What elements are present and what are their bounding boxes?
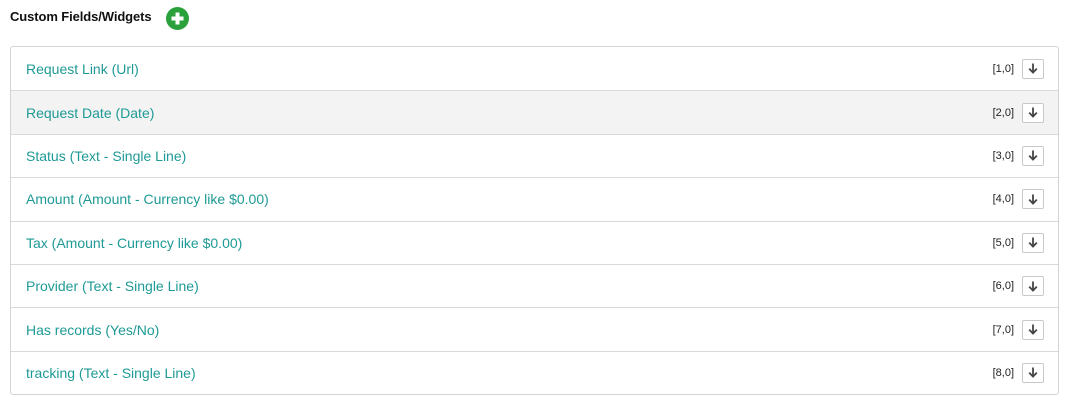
add-field-button[interactable] [165,6,189,30]
field-link[interactable]: Has records (Yes/No) [26,322,159,338]
field-link[interactable]: Request Link (Url) [26,61,139,77]
field-link[interactable]: Tax (Amount - Currency like $0.00) [26,235,242,251]
move-down-button[interactable] [1022,102,1044,123]
field-position: [5,0] [992,236,1014,249]
field-row: Request Link (Url) [1,0] [11,47,1058,90]
field-position: [2,0] [992,106,1014,119]
field-row: Tax (Amount - Currency like $0.00) [5,0] [11,220,1058,264]
arrow-down-icon [1028,237,1038,249]
move-down-button[interactable] [1022,189,1044,210]
field-position: [7,0] [992,323,1014,336]
field-link[interactable]: Request Date (Date) [26,105,154,121]
field-row: Amount (Amount - Currency like $0.00) [4,… [11,177,1058,220]
arrow-down-icon [1028,150,1038,162]
field-position: [6,0] [992,280,1014,293]
move-down-button[interactable] [1022,276,1044,297]
arrow-down-icon [1028,367,1038,379]
field-link[interactable]: Provider (Text - Single Line) [26,278,199,294]
field-link[interactable]: Amount (Amount - Currency like $0.00) [26,191,269,207]
field-position: [4,0] [992,193,1014,206]
move-down-button[interactable] [1022,319,1044,340]
field-row: Provider (Text - Single Line) [6,0] [11,263,1058,307]
field-row: Has records (Yes/No) [7,0] [11,307,1058,350]
section-header: Custom Fields/Widgets [10,3,189,30]
arrow-down-icon [1028,194,1038,205]
section-title: Custom Fields/Widgets [10,8,152,24]
arrow-down-icon [1028,63,1038,75]
arrow-down-icon [1028,107,1038,118]
field-row: Request Date (Date) [2,0] [11,90,1058,134]
field-position: [1,0] [992,62,1014,75]
move-down-button[interactable] [1022,362,1044,383]
custom-fields-list: Request Link (Url) [1,0] Request Date (Dat… [10,46,1059,396]
field-position: [3,0] [992,149,1014,162]
field-link[interactable]: tracking (Text - Single Line) [26,365,196,381]
field-row: Status (Text - Single Line) [3,0] [11,133,1058,177]
field-row: tracking (Text - Single Line) [8,0] [11,350,1058,394]
arrow-down-icon [1028,324,1038,335]
field-link[interactable]: Status (Text - Single Line) [26,148,186,164]
field-position: [8,0] [992,366,1014,379]
plus-icon [171,12,184,24]
move-down-button[interactable] [1022,58,1044,79]
arrow-down-icon [1028,281,1038,292]
move-down-button[interactable] [1022,232,1044,253]
move-down-button[interactable] [1022,145,1044,166]
